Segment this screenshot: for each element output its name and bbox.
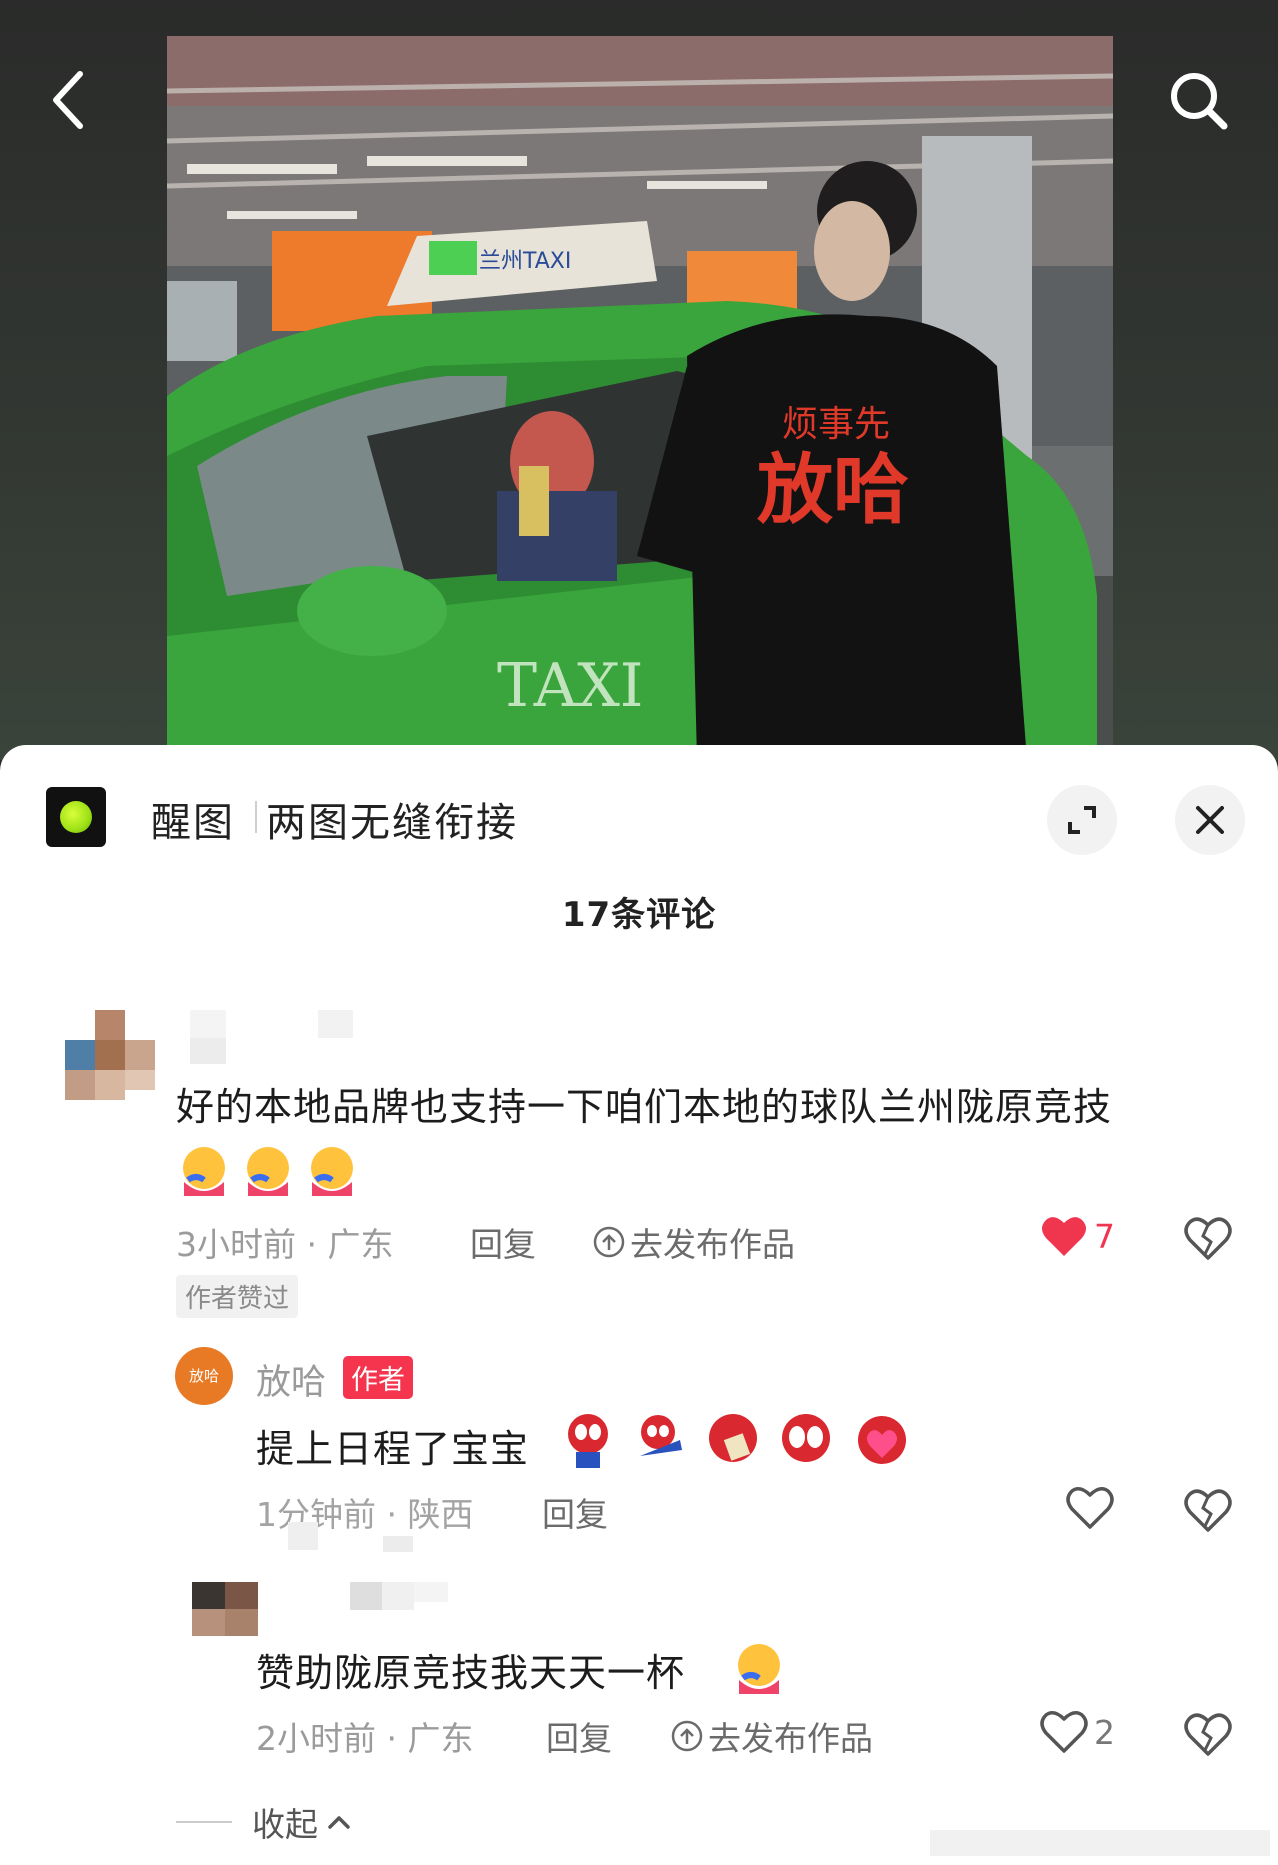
like-button[interactable]: 7 bbox=[1040, 1214, 1115, 1258]
comment-text-content: 好的本地品牌也支持一下咱们本地的球队兰州陇原竞技 bbox=[176, 1085, 1113, 1129]
comment-time-location: 2小时前 · 广东 bbox=[256, 1719, 474, 1758]
meta-blur-patch bbox=[288, 1522, 413, 1552]
comment-text-content: 赞助陇原竞技我天天一杯 bbox=[256, 1651, 686, 1695]
expand-icon bbox=[1068, 806, 1096, 834]
username-blur bbox=[350, 1582, 448, 1610]
username-redacted[interactable] bbox=[190, 1010, 355, 1066]
sheet-header: 醒图 两图无缝衔接 bbox=[0, 745, 1278, 885]
heart-icon bbox=[1066, 1487, 1114, 1529]
author-name[interactable]: 放哈 bbox=[256, 1354, 326, 1405]
app-icon-dot bbox=[60, 801, 92, 833]
broken-heart-icon bbox=[1184, 1217, 1232, 1260]
hug-emoji-icon bbox=[738, 1644, 780, 1694]
dislike-button[interactable] bbox=[1183, 1486, 1233, 1536]
upload-icon bbox=[593, 1226, 625, 1258]
heart-icon bbox=[1040, 1711, 1088, 1753]
watermark-blur bbox=[930, 1826, 1270, 1860]
post-photo[interactable]: 兰州TAXI TAXI 烦事先 放哈 bbox=[167, 36, 1113, 760]
like-button[interactable]: 2 bbox=[1040, 1710, 1115, 1754]
spiderman-emoji-row bbox=[560, 1410, 920, 1474]
close-button[interactable] bbox=[1175, 785, 1245, 855]
back-button[interactable] bbox=[40, 62, 100, 138]
comment-emoji-row bbox=[176, 1144, 366, 1204]
app-name[interactable]: 醒图 bbox=[151, 790, 235, 848]
upload-icon bbox=[671, 1720, 703, 1752]
shirt-text-top: 烦事先 bbox=[782, 404, 890, 445]
author-liked-badge: 作者赞过 bbox=[176, 1275, 299, 1318]
dislike-button[interactable] bbox=[1183, 1214, 1233, 1264]
reply-button[interactable]: 回复 bbox=[542, 1488, 608, 1536]
publish-work-button[interactable]: 去发布作品 bbox=[592, 1218, 795, 1266]
reply-button[interactable]: 回复 bbox=[546, 1712, 612, 1760]
publish-work-label: 去发布作品 bbox=[630, 1225, 795, 1264]
watermark-stripes bbox=[930, 1830, 1270, 1856]
app-icon[interactable] bbox=[46, 787, 106, 847]
pixelated-avatar bbox=[192, 1582, 258, 1636]
pixelated-avatar bbox=[65, 1010, 155, 1100]
expand-button[interactable] bbox=[1047, 785, 1117, 855]
username-redacted[interactable] bbox=[350, 1582, 450, 1616]
taxi-roof-sign-text: 兰州TAXI bbox=[479, 249, 571, 274]
reply-text-content: 提上日程了宝宝 bbox=[256, 1427, 530, 1471]
like-button[interactable] bbox=[1066, 1486, 1114, 1530]
like-count: 2 bbox=[1094, 1712, 1115, 1752]
title-separator bbox=[255, 801, 257, 833]
avatar[interactable] bbox=[50, 1010, 162, 1120]
heart-icon bbox=[1042, 1217, 1086, 1256]
reply-text: 提上日程了宝宝 bbox=[256, 1418, 529, 1473]
search-icon bbox=[1171, 73, 1228, 130]
dislike-button[interactable] bbox=[1183, 1710, 1233, 1760]
close-icon bbox=[1196, 806, 1224, 834]
avatar[interactable] bbox=[192, 1582, 258, 1640]
comment-count: 17条评论 bbox=[561, 895, 717, 935]
username-blur bbox=[190, 1010, 353, 1064]
like-count: 7 bbox=[1094, 1216, 1115, 1256]
spiderman-emoji-icon bbox=[568, 1414, 906, 1468]
collapse-replies-button[interactable]: 收起 bbox=[176, 1798, 354, 1846]
hug-emoji-icon bbox=[183, 1147, 353, 1196]
publish-work-button[interactable]: 去发布作品 bbox=[670, 1712, 873, 1760]
taxi-photo-illustration: 兰州TAXI TAXI 烦事先 放哈 bbox=[167, 36, 1113, 760]
app-description[interactable]: 两图无缝衔接 bbox=[266, 790, 518, 848]
reply-button[interactable]: 回复 bbox=[470, 1218, 536, 1266]
comment-emoji-row bbox=[730, 1640, 788, 1702]
reply-meta-blur bbox=[288, 1522, 488, 1554]
author-avatar[interactable]: 放哈 bbox=[175, 1347, 233, 1405]
broken-heart-icon bbox=[1184, 1489, 1232, 1532]
comment-time-location: 3小时前 · 广东 bbox=[176, 1225, 394, 1264]
publish-work-label: 去发布作品 bbox=[708, 1719, 873, 1758]
collapse-divider bbox=[176, 1821, 232, 1823]
comment-text: 赞助陇原竞技我天天一杯 bbox=[256, 1642, 685, 1697]
author-tag: 作者 bbox=[343, 1356, 413, 1399]
author-avatar-text: 放哈 bbox=[188, 1366, 219, 1385]
collapse-label: 收起 bbox=[252, 1805, 318, 1844]
shirt-text-main: 放哈 bbox=[757, 445, 909, 534]
back-icon bbox=[53, 71, 83, 129]
taxi-door-text: TAXI bbox=[497, 651, 643, 721]
comment-text: 好的本地品牌也支持一下咱们本地的球队兰州陇原竞技 bbox=[176, 1076, 1112, 1131]
chevron-up-icon bbox=[328, 1816, 350, 1829]
search-button[interactable] bbox=[1162, 62, 1234, 138]
broken-heart-icon bbox=[1184, 1713, 1232, 1756]
